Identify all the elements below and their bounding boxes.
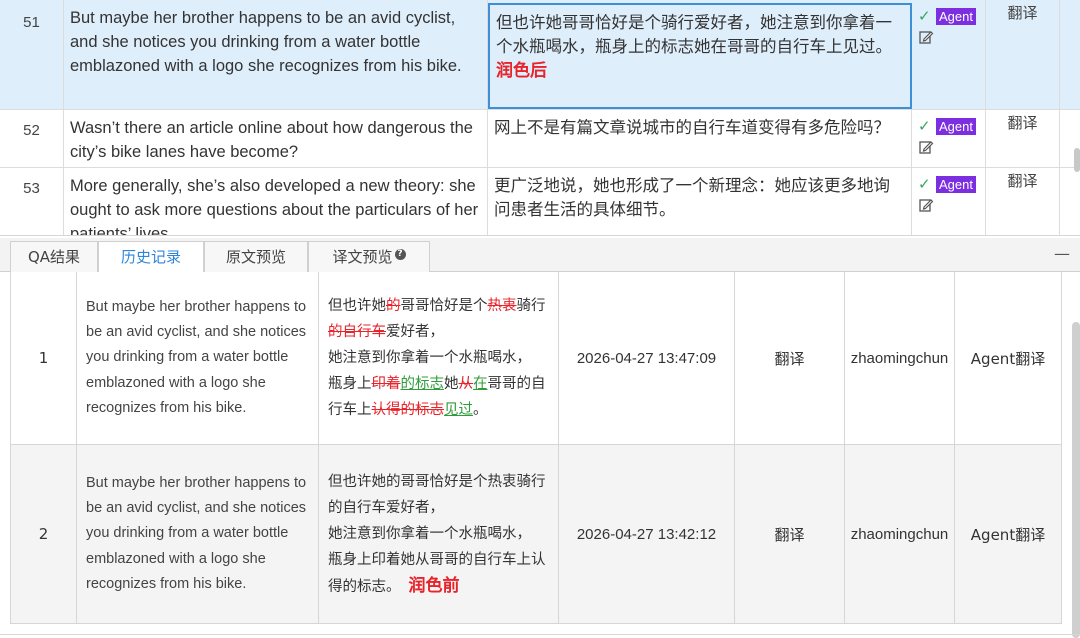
unchanged-text: 骑行 [516, 298, 546, 314]
history-index: 2 [11, 445, 77, 623]
confirmed-check-icon[interactable]: ✓ [918, 7, 936, 25]
segment-scrollbar[interactable] [1074, 148, 1080, 172]
tab-target-preview-label: 译文预览 [332, 248, 393, 266]
annotation-before: 润色前 [408, 575, 460, 596]
deleted-text: 认得的标志 [371, 402, 445, 418]
diff-text: 但也许她的哥哥恰好是个热衷骑行的自行车爱好者， 她注意到你拿着一个水瓶喝水， 瓶身上… [328, 293, 550, 423]
segment-source: Wasn’t there an article online about how… [64, 110, 488, 167]
history-target-line: 她注意到你拿着一个水瓶喝水， [328, 525, 531, 542]
history-timestamp: 2026-04-27 13:42:12 [559, 445, 735, 623]
history-action: 翻译 [735, 445, 845, 623]
segment-table: 51 But maybe her brother happens to be a… [0, 0, 1080, 236]
segment-number: 52 [0, 110, 64, 167]
segment-target-text[interactable]: 但也许她哥哥恰好是个骑行爱好者，她注意到你拿着一个水瓶喝水，瓶身上的标志她在哥哥… [496, 13, 892, 56]
annotation-after: 润色后 [496, 61, 547, 81]
segment-number: 51 [0, 0, 64, 109]
history-index: 1 [11, 272, 77, 444]
history-row[interactable]: 1 But maybe her brother happens to be an… [11, 272, 1061, 445]
segment-target[interactable]: 更广泛地说，她也形成了一个新理念：她应该更多地询问患者生活的具体细节。 [488, 168, 912, 235]
inserted-text: 见过 [444, 402, 473, 418]
deleted-text: 热衷 [487, 298, 517, 314]
divider [0, 634, 1080, 635]
segment-type: 翻译 [986, 110, 1060, 167]
unchanged-text: 爱好者， [386, 324, 444, 340]
history-action: 翻译 [735, 272, 845, 444]
unchanged-text: 她 [444, 376, 459, 392]
bottom-panel-tabs: QA结果 历史记录 原文预览 译文预览? — [0, 238, 1080, 273]
segment-status: ✓ Agent [912, 168, 986, 235]
deleted-text: 的 [386, 298, 401, 314]
history-scrollbar[interactable] [1072, 322, 1080, 638]
segment-target[interactable]: 网上不是有篇文章说城市的自行车道变得有多危险吗？ [488, 110, 912, 167]
tab-history[interactable]: 历史记录 [98, 241, 204, 273]
segment-type: 翻译 [986, 168, 1060, 235]
segment-status: ✓ Agent [912, 110, 986, 167]
unchanged-text: 瓶身上 [328, 376, 372, 392]
history-timestamp: 2026-04-27 13:47:09 [559, 272, 735, 444]
segment-row-52[interactable]: 52 Wasn’t there an article online about … [0, 110, 1080, 168]
confirmed-check-icon[interactable]: ✓ [918, 117, 936, 135]
segment-target-editor[interactable]: 但也许她哥哥恰好是个骑行爱好者，她注意到你拿着一个水瓶喝水，瓶身上的标志她在哥哥… [488, 3, 912, 109]
segment-source: But maybe her brother happens to be an a… [64, 0, 488, 109]
deleted-text: 的自行车 [328, 324, 386, 340]
inserted-text: 在 [473, 376, 488, 392]
tab-target-preview[interactable]: 译文预览? [308, 241, 430, 272]
edit-icon[interactable] [918, 139, 934, 155]
segment-type: 翻译 [986, 0, 1060, 109]
help-icon[interactable]: ? [394, 249, 406, 260]
edit-icon[interactable] [918, 29, 934, 45]
tab-source-preview[interactable]: 原文预览 [204, 241, 308, 272]
history-table: 1 But maybe her brother happens to be an… [10, 272, 1062, 624]
segment-number: 53 [0, 168, 64, 235]
tab-qa-results[interactable]: QA结果 [10, 241, 98, 272]
deleted-text: 从 [458, 376, 474, 392]
history-source: But maybe her brother happens to be an a… [77, 445, 319, 623]
segment-row-53[interactable]: 53 More generally, she’s also developed … [0, 168, 1080, 235]
history-target: 但也许她的哥哥恰好是个热衷骑行的自行车爱好者， 她注意到你拿着一个水瓶喝水， 瓶… [319, 445, 559, 623]
segment-status: ✓ Agent [912, 0, 986, 109]
agent-badge: Agent [936, 8, 976, 25]
history-diff-target: 但也许她的哥哥恰好是个热衷骑行的自行车爱好者， 她注意到你拿着一个水瓶喝水， 瓶身上… [319, 272, 559, 444]
segment-row-51[interactable]: 51 But maybe her brother happens to be a… [0, 0, 1080, 110]
edit-icon[interactable] [918, 197, 934, 213]
history-mode: Agent翻译 [970, 525, 1046, 544]
deleted-text: 印着 [371, 376, 401, 392]
history-source: But maybe her brother happens to be an a… [77, 272, 319, 444]
history-user: zhaomingchun [845, 272, 955, 444]
inserted-text: 的标志 [400, 376, 445, 392]
unchanged-text: 。 [473, 402, 488, 418]
unchanged-text: 但也许她 [328, 298, 386, 314]
unchanged-text: 哥哥恰好是个 [400, 298, 488, 314]
agent-badge: Agent [936, 176, 976, 193]
history-target-line: 但也许她的哥哥恰好是个热衷骑行的自行车爱好者， [328, 473, 546, 516]
history-mode: Agent翻译 [970, 349, 1046, 368]
segment-source: More generally, she’s also developed a n… [64, 168, 488, 235]
unchanged-text: 她注意到你拿着一个水瓶喝水， [328, 350, 531, 366]
minimize-panel-button[interactable]: — [1054, 244, 1070, 263]
history-row[interactable]: 2 But maybe her brother happens to be an… [11, 445, 1061, 623]
agent-badge: Agent [936, 118, 976, 135]
history-user: zhaomingchun [845, 445, 955, 623]
confirmed-check-icon[interactable]: ✓ [918, 175, 936, 193]
